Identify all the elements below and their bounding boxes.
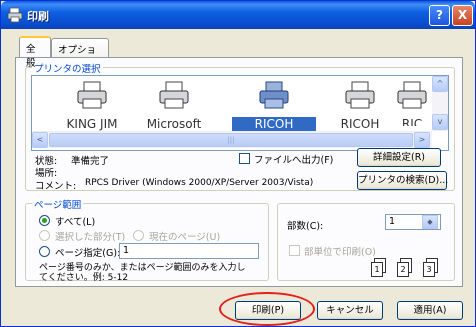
radio-selection-label: 選択した部分(T): [55, 232, 126, 243]
printer-item-ric-partial[interactable]: RIC: [392, 80, 432, 126]
print-to-file-checkbox[interactable]: [239, 153, 250, 164]
close-button[interactable]: X: [452, 5, 473, 26]
printer-item-ricoh-selected[interactable]: RICOH: [232, 80, 316, 131]
copies-label: 部数(C):: [287, 221, 324, 232]
highlight-ellipse: [219, 292, 315, 326]
printer-name: KING JIM: [66, 117, 118, 131]
copies-spinner[interactable]: ◆: [422, 215, 438, 229]
collate-illustration: 1 1 2 2 3 3: [371, 258, 453, 279]
radio-current-page[interactable]: [133, 230, 144, 241]
printer-name: RICOH: [232, 117, 316, 131]
radio-all[interactable]: [39, 215, 50, 226]
printer-select-legend: プリンタの選択: [32, 61, 103, 75]
find-printer-button[interactable]: プリンタの検索(D)...: [357, 171, 448, 190]
radio-pages-label: ページ指定(G):: [55, 248, 121, 259]
location-label: 場所:: [35, 168, 58, 179]
tab-options[interactable]: オプション: [51, 38, 109, 70]
printer-item-king-jim[interactable]: KING JIM: [50, 80, 134, 131]
scroll-up-button[interactable]: ^: [432, 76, 448, 92]
pages-hint-line2: てください。例: 5-12: [39, 273, 129, 283]
scroll-down-button[interactable]: v: [432, 114, 448, 130]
collate-set-3: 3 3: [423, 258, 443, 279]
printer-device-icon: [345, 81, 375, 109]
horizontal-scrollbar[interactable]: < ||| >: [32, 131, 432, 148]
help-button[interactable]: ?: [429, 5, 450, 26]
tab-general[interactable]: 全般: [19, 36, 51, 69]
collate-set-1: 1 1: [371, 258, 391, 279]
printer-name: RICOH: [340, 117, 380, 131]
cancel-button[interactable]: キャンセル: [317, 301, 383, 320]
printer-list[interactable]: KING JIM Microsoft RICOH RICOH RIC ^ v <…: [31, 75, 449, 151]
printer-device-icon: [77, 81, 107, 109]
status-value: 準備完了: [71, 156, 110, 167]
radio-all-label: すべて(L): [55, 217, 96, 228]
collate-label: 部単位で印刷(O): [304, 247, 376, 258]
comment-label: コメント:: [35, 181, 77, 192]
printer-device-icon: [397, 81, 427, 109]
comment-value: RPCS Driver (Windows 2000/XP/Server 2003…: [85, 178, 314, 188]
window-title: 印刷: [27, 10, 49, 23]
printer-name: RIC: [401, 117, 423, 126]
collate-page: 2: [397, 262, 409, 277]
printer-item-microsoft[interactable]: Microsoft: [132, 80, 216, 131]
collate-page: 3: [423, 262, 435, 277]
title-bar: 印刷 ? X: [1, 1, 475, 29]
radio-selected-dot: [42, 218, 47, 223]
collate-set-2: 2 2: [397, 258, 417, 279]
radio-selection[interactable]: [39, 230, 50, 241]
printer-device-icon: [259, 81, 289, 109]
printer-item-ricoh[interactable]: RICOH: [318, 80, 402, 131]
scroll-left-button[interactable]: <: [32, 132, 48, 148]
print-dialog: 印刷 ? X 全般 オプション プリンタの選択 KING JIM Microso…: [0, 0, 476, 327]
page-range-legend: ページ範囲: [32, 197, 84, 211]
collate-page: 1: [371, 262, 383, 277]
vertical-scrollbar[interactable]: ^ v: [432, 76, 448, 131]
printer-icon: [7, 7, 23, 23]
printer-device-icon: [159, 81, 189, 109]
print-to-file-label: ファイルへ出力(F): [254, 155, 334, 166]
collate-checkbox[interactable]: [289, 245, 300, 256]
scroll-right-button[interactable]: >: [414, 132, 430, 148]
apply-button[interactable]: 適用(A): [397, 301, 463, 320]
pages-input[interactable]: 1: [119, 243, 259, 259]
scroll-thumb[interactable]: |||: [49, 133, 413, 147]
details-button[interactable]: 詳細設定(R): [357, 148, 441, 167]
radio-current-page-label: 現在のページ(U): [149, 232, 221, 243]
radio-pages[interactable]: [39, 246, 50, 257]
printer-name: Microsoft: [146, 117, 202, 131]
